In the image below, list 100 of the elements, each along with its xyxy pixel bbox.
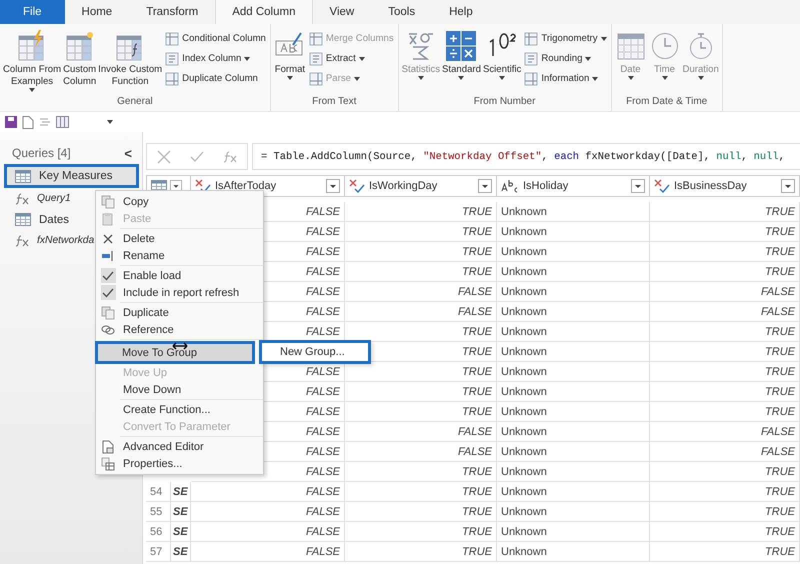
table-cell: TRUE	[345, 202, 497, 222]
table-icon	[64, 30, 95, 62]
caret-icon	[107, 120, 113, 124]
rename-icon	[101, 248, 115, 262]
table-cell: FALSE	[345, 302, 497, 322]
queries-title: Queries [4]	[12, 146, 71, 160]
table-cell: TRUE	[345, 242, 497, 262]
ribbon-button[interactable]: Invoke Custom Function	[97, 26, 164, 96]
menu-item[interactable]: New Group...	[259, 340, 371, 364]
logical-type-icon	[195, 179, 211, 193]
document-icon	[101, 440, 115, 454]
table-cell: Unknown	[497, 442, 650, 462]
group-label: General	[116, 96, 154, 109]
table-cell: TRUE	[345, 522, 497, 542]
table-cell: TRUE	[650, 502, 800, 522]
table-cell: Unknown	[497, 542, 650, 562]
ribbon-tab[interactable]: Transform	[129, 0, 216, 24]
table-cell: TRUE	[650, 362, 800, 382]
table-cell: Unknown	[497, 362, 650, 382]
document-icon[interactable]	[22, 116, 34, 128]
ribbon-button[interactable]: Extract	[308, 50, 394, 67]
table-cell: FALSE	[650, 302, 800, 322]
ribbon-button[interactable]: Rounding	[524, 50, 607, 67]
ribbon-button[interactable]: Column From Examples	[2, 26, 62, 96]
ribbon-tab[interactable]: Home	[64, 0, 130, 24]
table-cell: TRUE	[650, 222, 800, 242]
table-icon	[15, 213, 31, 226]
ribbon-tab[interactable]: Add Column	[215, 0, 312, 24]
table-cell: TRUE	[345, 402, 497, 422]
save-icon[interactable]	[5, 116, 17, 128]
table-cell: FALSE	[191, 482, 345, 502]
dropdown-button[interactable]	[631, 179, 645, 193]
formula-field[interactable]: = Table.AddColumn(Source, "Networkday Offset", each fxNetworkday([Date], null, null,	[252, 143, 800, 170]
ribbon-tab[interactable]: Tools	[371, 0, 432, 24]
table-cell: FALSE	[345, 282, 497, 302]
clock-icon	[650, 32, 679, 60]
table-icon	[15, 170, 31, 182]
ribbon-tab[interactable]: Help	[432, 0, 490, 24]
ribbon-button[interactable]: Scientific	[482, 26, 522, 96]
table-cell: TRUE	[650, 202, 800, 222]
ribbon-tab[interactable]: View	[312, 0, 372, 24]
table-cell: FALSE	[650, 442, 800, 462]
table-cell: TRUE	[345, 482, 497, 502]
table-cell: FALSE	[345, 422, 497, 442]
table-cell: TRUE	[650, 482, 800, 502]
table-cell: TRUE	[650, 522, 800, 542]
checkbox[interactable]	[100, 268, 116, 283]
table-cell: TRUE	[650, 262, 800, 282]
table-cell: FALSE	[191, 542, 345, 562]
table-cell: TRUE	[650, 322, 800, 342]
table-cell: TRUE	[650, 402, 800, 422]
ribbon-button[interactable]: Index Column	[165, 50, 266, 67]
ribbon-button[interactable]: Conditional Column	[165, 30, 266, 47]
table-cell: Unknown	[497, 302, 650, 322]
table-icon[interactable]	[56, 116, 69, 128]
table-cell: FALSE	[345, 442, 497, 462]
query-item[interactable]: Key Measures	[4, 164, 139, 188]
column-header[interactable]: IsHoliday	[497, 175, 650, 197]
collapse-button[interactable]: <	[124, 146, 132, 160]
file-tab[interactable]: File	[0, 0, 65, 24]
table-cell: Unknown	[497, 322, 650, 342]
ribbon-button[interactable]: Information	[524, 70, 607, 87]
ribbon-button[interactable]: Standard	[441, 26, 482, 96]
resize-cursor-icon	[172, 342, 188, 350]
calculator-icon	[446, 31, 476, 61]
dropdown-button[interactable]	[326, 179, 340, 193]
row-number: 55	[146, 502, 171, 522]
properties-icon	[101, 456, 115, 470]
row-number: 54	[146, 482, 171, 502]
table-cell: SE	[171, 522, 191, 542]
table-cell: Unknown	[497, 402, 650, 422]
dropdown-button[interactable]	[781, 179, 795, 193]
logical-type-icon	[654, 179, 670, 193]
duplicate-icon	[101, 306, 115, 320]
menu-item[interactable]: Move To Group	[95, 341, 255, 364]
column-header[interactable]: IsBusinessDay	[650, 175, 800, 197]
table-cell: SE	[171, 482, 191, 502]
checkbox[interactable]	[100, 285, 116, 300]
table-cell: Unknown	[497, 222, 650, 242]
ribbon-button[interactable]: Duplicate Column	[165, 70, 266, 87]
table-cell: Unknown	[497, 482, 650, 502]
table-cell: Unknown	[497, 502, 650, 522]
ribbon-button[interactable]: Format	[272, 26, 307, 96]
dropdown-button[interactable]	[478, 179, 492, 193]
table-cell: Unknown	[497, 382, 650, 402]
table-cell: TRUE	[650, 342, 800, 362]
table-cell: TRUE	[345, 502, 497, 522]
table-cell: TRUE	[650, 542, 800, 562]
ribbon-button[interactable]: Custom Column	[62, 26, 98, 96]
table-cell: Unknown	[497, 242, 650, 262]
exponent-icon	[487, 33, 518, 59]
column-header[interactable]: IsWorkingDay	[345, 175, 497, 197]
table-cell: Unknown	[497, 202, 650, 222]
row-number: 56	[146, 522, 171, 542]
ribbon-button[interactable]: Trigonometry	[524, 30, 607, 47]
calendar-icon	[616, 32, 645, 60]
table-cell: SE	[171, 542, 191, 562]
table-cell: TRUE	[345, 322, 497, 342]
group-label: From Text	[311, 96, 358, 109]
table-cell: TRUE	[345, 362, 497, 382]
